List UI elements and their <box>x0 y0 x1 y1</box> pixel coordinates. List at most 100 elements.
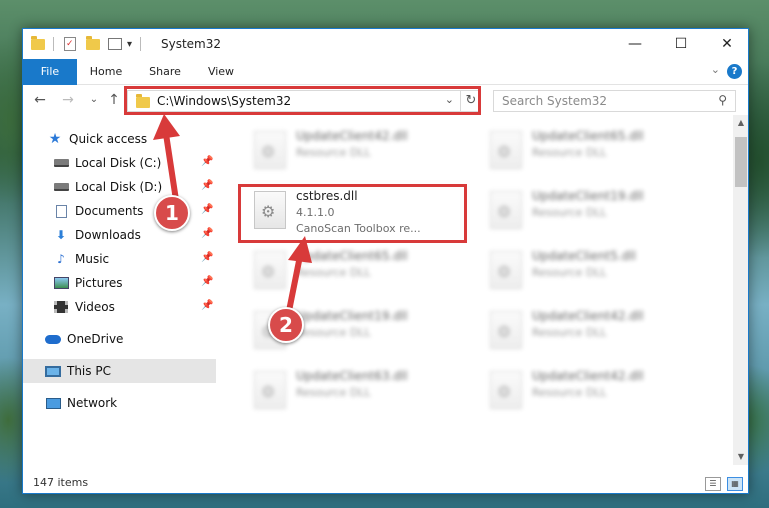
file-name: UpdateClient42.dll <box>296 129 408 143</box>
sidebar-item-this-pc[interactable]: This PC <box>23 359 216 383</box>
file-item[interactable]: UpdateClient65.dll Resource DLL <box>480 125 700 177</box>
star-icon: ★ <box>48 131 62 147</box>
file-item[interactable]: UpdateClient42.dll Resource DLL <box>480 305 700 357</box>
sidebar-item-pictures[interactable]: Pictures 📌 <box>23 271 216 295</box>
minimize-button[interactable]: — <box>612 29 658 59</box>
file-name: UpdateClient42.dll <box>532 309 644 323</box>
status-bar: 147 items ☰ ▦ <box>23 473 748 493</box>
pin-icon: 📌 <box>201 276 214 287</box>
pin-icon: 📌 <box>201 228 214 239</box>
step-2-badge: 2 <box>268 307 304 343</box>
pin-icon: 📌 <box>201 204 214 215</box>
forward-button[interactable]: → <box>59 90 77 110</box>
sidebar-item-quick-access[interactable]: ★ Quick access <box>23 127 216 151</box>
dll-file-icon <box>254 371 286 409</box>
tiles-view-button[interactable]: ▦ <box>727 477 743 491</box>
toolbar-divider <box>53 37 54 51</box>
network-icon <box>45 396 61 410</box>
recent-locations-button[interactable]: ⌄ <box>85 90 103 110</box>
navigation-pane: ★ Quick access Local Disk (C:) 📌 Local D… <box>23 125 216 465</box>
close-button[interactable]: ✕ <box>704 29 748 59</box>
videos-icon <box>53 300 69 314</box>
sidebar-item-videos[interactable]: Videos 📌 <box>23 295 216 319</box>
sidebar-item-music[interactable]: ♪ Music 📌 <box>23 247 216 271</box>
title-bar: ✓ ▾ System32 — ☐ ✕ <box>23 29 748 59</box>
sidebar-item-local-disk-c[interactable]: Local Disk (C:) 📌 <box>23 151 216 175</box>
quick-access-toolbar: ✓ ▾ <box>31 35 142 53</box>
sidebar-item-label: Local Disk (C:) <box>75 156 162 170</box>
music-icon: ♪ <box>57 252 65 266</box>
ribbon-tabs: File Home Share View ⌄ ? <box>23 59 748 111</box>
file-type: Resource DLL <box>532 146 607 159</box>
tab-home[interactable]: Home <box>81 59 131 85</box>
file-highlight <box>238 184 467 243</box>
ribbon-collapse-icon[interactable]: ⌄ <box>711 63 720 76</box>
pin-icon: 📌 <box>201 156 214 167</box>
file-item[interactable]: UpdateClient42.dll Resource DLL <box>480 365 700 417</box>
file-item[interactable]: UpdateClient42.dll Resource DLL <box>244 125 464 177</box>
file-item[interactable]: UpdateClient5.dll Resource DLL <box>480 245 700 297</box>
sidebar-item-label: Videos <box>75 300 115 314</box>
file-type: Resource DLL <box>532 266 607 279</box>
file-type: Resource DLL <box>296 146 371 159</box>
scroll-thumb[interactable] <box>735 137 747 187</box>
dll-file-icon <box>490 131 522 169</box>
tab-view[interactable]: View <box>199 59 243 85</box>
pin-icon: 📌 <box>201 180 214 191</box>
dll-file-icon <box>490 251 522 289</box>
file-type: Resource DLL <box>296 326 371 339</box>
toolbar-divider <box>140 37 142 51</box>
pin-icon: 📌 <box>201 252 214 263</box>
sidebar-item-onedrive[interactable]: OneDrive <box>23 327 216 351</box>
view-options-icon[interactable] <box>108 38 122 50</box>
file-name: UpdateClient5.dll <box>532 249 636 263</box>
dll-file-icon <box>254 251 286 289</box>
file-name: UpdateClient65.dll <box>532 129 644 143</box>
file-name: UpdateClient65.dll <box>296 249 408 263</box>
sidebar-item-label: Network <box>67 396 118 410</box>
qa-dropdown-icon[interactable]: ▾ <box>127 39 132 50</box>
scroll-up-arrow[interactable]: ▲ <box>733 115 748 131</box>
file-item[interactable]: UpdateClient65.dll Resource DLL <box>244 245 464 297</box>
sidebar-item-label: Documents <box>75 204 144 218</box>
properties-icon[interactable]: ✓ <box>64 37 76 51</box>
dll-file-icon <box>490 371 522 409</box>
dll-file-icon <box>490 311 522 349</box>
this-pc-icon <box>45 364 61 378</box>
drive-icon <box>53 180 69 194</box>
search-input[interactable]: Search System32 ⚲ <box>493 90 736 112</box>
address-bar-highlight <box>124 86 481 115</box>
drive-icon <box>53 156 69 170</box>
sidebar-item-local-disk-d[interactable]: Local Disk (D:) 📌 <box>23 175 216 199</box>
sidebar-item-label: Downloads <box>75 228 141 242</box>
file-type: Resource DLL <box>532 386 607 399</box>
sidebar-item-label: This PC <box>67 364 111 378</box>
help-icon[interactable]: ? <box>727 64 742 79</box>
file-name: UpdateClient63.dll <box>296 369 408 383</box>
file-item[interactable]: UpdateClient19.dll Resource DLL <box>480 185 700 237</box>
sidebar-item-network[interactable]: Network <box>23 391 216 415</box>
window-title: System32 <box>161 37 222 51</box>
scroll-down-arrow[interactable]: ▼ <box>733 449 748 465</box>
back-button[interactable]: ← <box>31 90 49 110</box>
sidebar-item-label: OneDrive <box>67 332 124 346</box>
pictures-icon <box>53 276 69 290</box>
file-type: Resource DLL <box>532 326 607 339</box>
file-name: UpdateClient19.dll <box>532 189 644 203</box>
file-item[interactable]: UpdateClient63.dll Resource DLL <box>244 365 464 417</box>
maximize-button[interactable]: ☐ <box>658 29 704 59</box>
sidebar-item-label: Pictures <box>75 276 123 290</box>
dll-file-icon <box>490 191 522 229</box>
tab-share[interactable]: Share <box>141 59 189 85</box>
vertical-scrollbar[interactable]: ▲ ▼ <box>733 115 748 465</box>
new-folder-icon[interactable] <box>86 35 100 50</box>
details-view-button[interactable]: ☰ <box>705 477 721 491</box>
up-button[interactable]: ↑ <box>105 90 123 110</box>
sidebar-item-label: Music <box>75 252 110 266</box>
file-type: Resource DLL <box>532 206 607 219</box>
sidebar-item-label: Quick access <box>69 132 148 146</box>
file-type: Resource DLL <box>296 266 371 279</box>
sidebar-item-label: Local Disk (D:) <box>75 180 163 194</box>
sidebar-item-downloads[interactable]: ⬇ Downloads 📌 <box>23 223 216 247</box>
folder-icon <box>31 35 45 50</box>
